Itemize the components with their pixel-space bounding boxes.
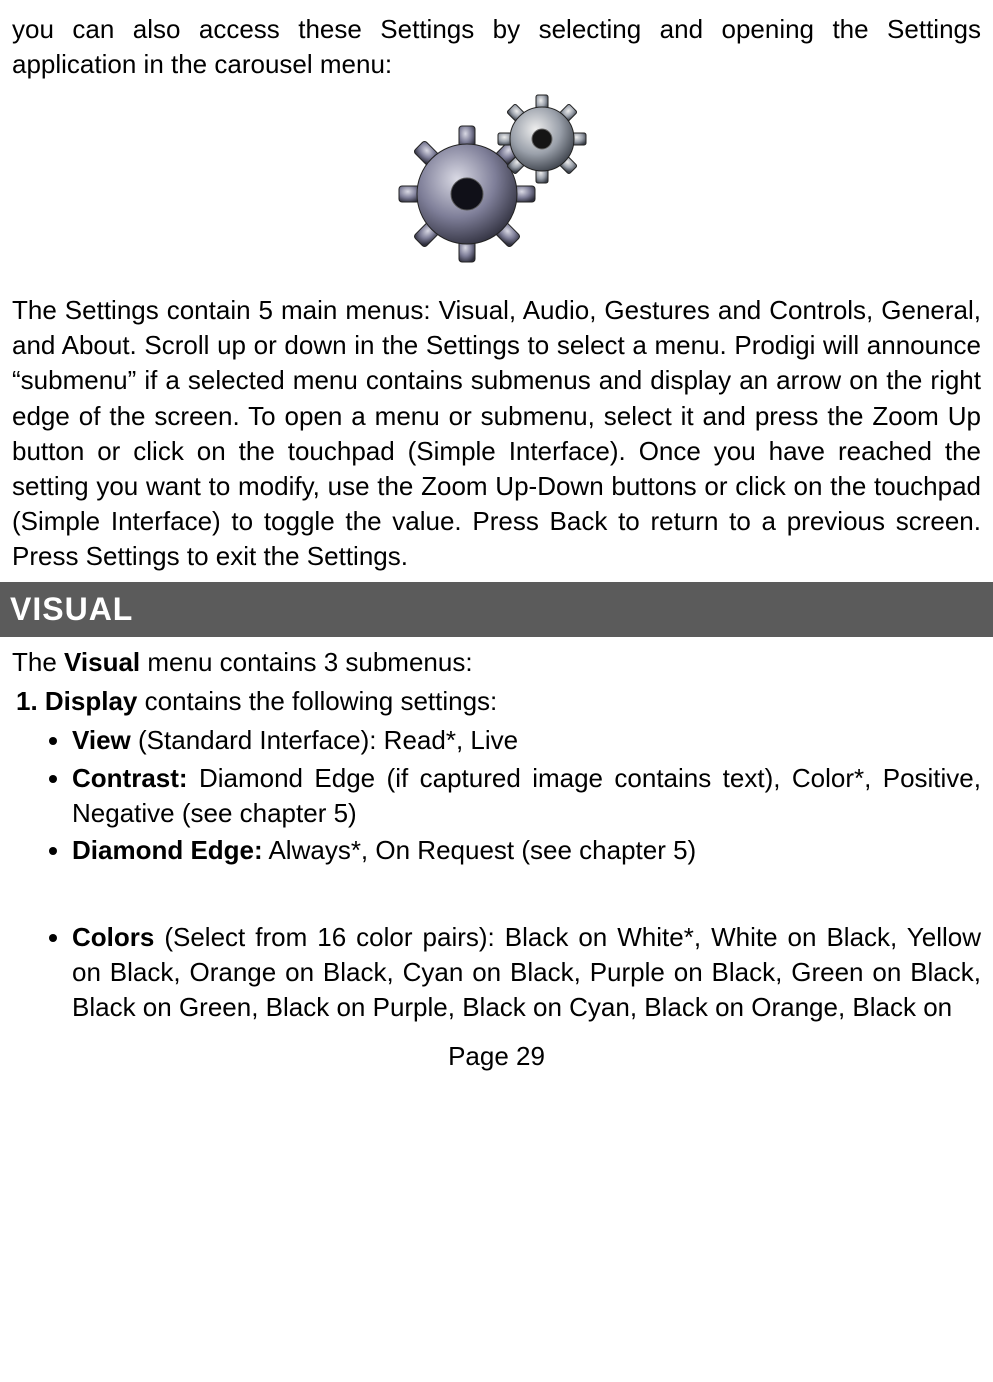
display-settings-list: View (Standard Interface): Read*, Live C…	[12, 723, 981, 867]
section-heading-visual: VISUAL	[0, 582, 993, 637]
list-item: View (Standard Interface): Read*, Live	[72, 723, 981, 758]
setting-values: Always*, On Request (see chapter 5)	[263, 835, 697, 865]
intro-paragraph: you can also access these Settings by se…	[12, 12, 981, 82]
setting-values: (Select from 16 color pairs): Black on W…	[72, 922, 981, 1022]
display-heading-line: 1. Display contains the following settin…	[16, 684, 981, 719]
list-item: Contrast: Diamond Edge (if captured imag…	[72, 761, 981, 831]
visual-bold: Visual	[64, 647, 140, 677]
spacer	[12, 870, 981, 918]
setting-name: View	[72, 725, 131, 755]
setting-name: Diamond Edge:	[72, 835, 263, 865]
text-fragment: menu contains 3 submenus:	[140, 647, 472, 677]
visual-intro-line: The Visual menu contains 3 submenus:	[12, 645, 981, 680]
setting-values: (Standard Interface): Read*, Live	[131, 725, 518, 755]
list-item: Colors (Select from 16 color pairs): Bla…	[72, 920, 981, 1025]
setting-name: Contrast:	[72, 763, 188, 793]
settings-description-paragraph: The Settings contain 5 main menus: Visua…	[12, 293, 981, 574]
display-bold: 1. Display	[16, 686, 137, 716]
setting-name: Colors	[72, 922, 154, 952]
page-number: Page 29	[12, 1039, 981, 1074]
text-fragment: The	[12, 647, 64, 677]
gears-icon	[387, 94, 607, 264]
display-settings-list-continued: Colors (Select from 16 color pairs): Bla…	[12, 920, 981, 1025]
text-fragment: contains the following settings:	[137, 686, 497, 716]
settings-gears-illustration	[12, 94, 981, 273]
list-item: Diamond Edge: Always*, On Request (see c…	[72, 833, 981, 868]
setting-values: Diamond Edge (if captured image contains…	[72, 763, 981, 828]
